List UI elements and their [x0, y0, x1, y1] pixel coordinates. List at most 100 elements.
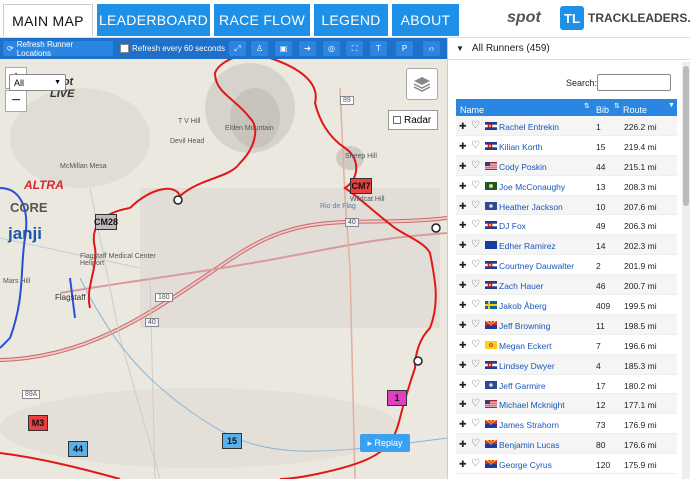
runner-name[interactable]: George Cyrus	[499, 460, 552, 470]
expand-row-icon[interactable]: ✚	[459, 161, 467, 172]
expand-row-icon[interactable]: ✚	[459, 459, 467, 470]
auto-refresh-toggle[interactable]: Refresh every 60 seconds	[120, 41, 225, 56]
runner-marker-44[interactable]: 44	[68, 441, 88, 457]
runner-marker-15[interactable]: 15	[222, 433, 242, 449]
runner-row[interactable]: ✚ ♡ Joe McConaughy 13 208.3 mi	[456, 176, 677, 196]
tab-main-map[interactable]: MAIN MAP	[3, 4, 93, 36]
expand-row-icon[interactable]: ✚	[459, 380, 467, 391]
text-t-button[interactable]: T	[370, 41, 387, 56]
runner-name[interactable]: Jakob Åberg	[499, 301, 547, 311]
radar-toggle[interactable]: Radar	[388, 110, 438, 130]
runner-name[interactable]: DJ Fox	[499, 221, 526, 231]
expand-row-icon[interactable]: ✚	[459, 181, 467, 192]
heart-icon[interactable]: ♡	[471, 259, 480, 270]
image-icon[interactable]: ▣	[275, 41, 292, 56]
target-icon[interactable]: ◎	[323, 41, 340, 56]
map-canvas[interactable]: McMillan Mesa Elden Mountain T V Hill De…	[0, 38, 447, 479]
heart-icon[interactable]: ♡	[471, 299, 480, 310]
expand-row-icon[interactable]: ✚	[459, 240, 467, 251]
runner-name[interactable]: Kilian Korth	[499, 142, 542, 152]
tab-race-flow[interactable]: RACE FLOW	[214, 4, 310, 36]
checkpoint-marker-cm7[interactable]: CM7	[350, 178, 372, 194]
runner-name[interactable]: Courtney Dauwalter	[499, 261, 574, 271]
checkpoint-marker-cm28[interactable]: CM28	[94, 214, 118, 230]
person-icon[interactable]: ♙	[251, 41, 268, 56]
heart-icon[interactable]: ♡	[471, 219, 480, 230]
runner-row[interactable]: ✚ ♡ Kilian Korth 15 219.4 mi	[456, 136, 677, 156]
runner-name[interactable]: Jeff Browning	[499, 321, 550, 331]
heart-icon[interactable]: ♡	[471, 339, 480, 350]
heart-icon[interactable]: ♡	[471, 359, 480, 370]
tab-leaderboard[interactable]: LEADERBOARD	[97, 4, 210, 36]
heart-icon[interactable]: ♡	[471, 418, 480, 429]
search-input[interactable]	[597, 74, 671, 91]
runner-row[interactable]: ✚ ♡ Heather Jackson 10 207.6 mi	[456, 195, 677, 216]
heart-icon[interactable]: ♡	[471, 438, 480, 449]
layers-button[interactable]	[406, 68, 438, 100]
arrow-right-icon[interactable]: ➜	[299, 41, 316, 56]
zoom-out-button[interactable]: −	[5, 90, 27, 112]
runner-row[interactable]: ✚ ♡ Courtney Dauwalter 2 201.9 mi	[456, 255, 677, 276]
heart-icon[interactable]: ♡	[471, 398, 480, 409]
expand-row-icon[interactable]: ✚	[459, 280, 467, 291]
expand-row-icon[interactable]: ✚	[459, 320, 467, 331]
expand-icon[interactable]: ⤢	[229, 41, 246, 56]
heart-icon[interactable]: ♡	[471, 140, 480, 151]
heart-icon[interactable]: ♡	[471, 160, 480, 171]
runner-row[interactable]: ✚ ♡ George Cyrus 120 175.9 mi	[456, 454, 677, 475]
heart-icon[interactable]: ♡	[471, 120, 480, 131]
expand-row-icon[interactable]: ✚	[459, 419, 467, 430]
runner-row[interactable]: ✚ ♡ Jeff Garmire 17 180.2 mi	[456, 375, 677, 395]
runner-name[interactable]: Jeff Garmire	[499, 381, 546, 391]
heart-icon[interactable]: ♡	[471, 379, 480, 390]
runner-row[interactable]: ✚ ♡ Michael Mcknight 12 177.1 mi	[456, 394, 677, 415]
expand-row-icon[interactable]: ✚	[459, 220, 467, 231]
auto-refresh-checkbox[interactable]	[120, 44, 129, 53]
runner-name[interactable]: Lindsey Dwyer	[499, 361, 555, 371]
runner-name[interactable]: Michael Mcknight	[499, 400, 565, 410]
runner-name[interactable]: Edher Ramirez	[499, 241, 556, 251]
runner-row[interactable]: ✚ ♡ DJ Fox 49 206.3 mi	[456, 215, 677, 236]
heart-icon[interactable]: ♡	[471, 180, 480, 191]
runner-name[interactable]: Cody Poskin	[499, 162, 547, 172]
expand-row-icon[interactable]: ✚	[459, 439, 467, 450]
runner-name[interactable]: Megan Eckert	[499, 341, 551, 351]
heart-icon[interactable]: ♡	[471, 200, 480, 211]
expand-row-icon[interactable]: ✚	[459, 141, 467, 152]
heart-icon[interactable]: ♡	[471, 239, 480, 250]
runner-row[interactable]: ✚ ♡ Megan Eckert 7 196.6 mi	[456, 335, 677, 355]
heart-icon[interactable]: ♡	[471, 458, 480, 469]
runners-panel-header[interactable]: ▼ All Runners (459)	[448, 38, 690, 60]
spot-logo[interactable]: spot	[507, 9, 541, 27]
expand-row-icon[interactable]: ✚	[459, 399, 467, 410]
heart-icon[interactable]: ♡	[471, 319, 480, 330]
expand-row-icon[interactable]: ✚	[459, 260, 467, 271]
trackleaders-logo-badge[interactable]: TL	[560, 6, 584, 30]
fullscreen-icon[interactable]: ⛶	[346, 41, 363, 56]
radar-checkbox[interactable]	[393, 116, 401, 124]
sort-icon[interactable]: ⇅	[584, 102, 590, 110]
refresh-runner-locations-button[interactable]: ⟳ Refresh Runner Locations	[3, 40, 113, 58]
expand-row-icon[interactable]: ✚	[459, 121, 467, 132]
runner-row[interactable]: ✚ ♡ Lindsey Dwyer 4 185.3 mi	[456, 354, 677, 375]
replay-button[interactable]: ▸ Replay	[360, 434, 410, 452]
runner-name[interactable]: Zach Hauer	[499, 281, 543, 291]
tab-about[interactable]: ABOUT	[392, 4, 459, 36]
expand-row-icon[interactable]: ✚	[459, 360, 467, 371]
runner-marker-1[interactable]: 1	[387, 390, 407, 406]
runner-row[interactable]: ✚ ♡ Cody Poskin 44 215.1 mi	[456, 155, 677, 176]
runner-row[interactable]: ✚ ♡ Jakob Åberg 409 199.5 mi	[456, 295, 677, 315]
runner-name[interactable]: James Strahorn	[499, 420, 559, 430]
chevron-icon[interactable]: ‹›	[423, 41, 440, 56]
sort-icon[interactable]: ⇅	[614, 102, 620, 110]
show-entries-select[interactable]: All ▼	[9, 74, 66, 91]
sort-icon[interactable]: ▼	[668, 102, 675, 109]
runner-name[interactable]: Heather Jackson	[499, 202, 563, 212]
runner-row[interactable]: ✚ ♡ James Strahorn 73 176.9 mi	[456, 414, 677, 435]
runner-name[interactable]: Benjamin Lucas	[499, 440, 559, 450]
expand-row-icon[interactable]: ✚	[459, 340, 467, 351]
tab-legend[interactable]: LEGEND	[314, 4, 388, 36]
runner-name[interactable]: Joe McConaughy	[499, 182, 565, 192]
trackleaders-logo-text[interactable]: TRACKLEADERS.COM	[588, 11, 690, 25]
heart-icon[interactable]: ♡	[471, 279, 480, 290]
